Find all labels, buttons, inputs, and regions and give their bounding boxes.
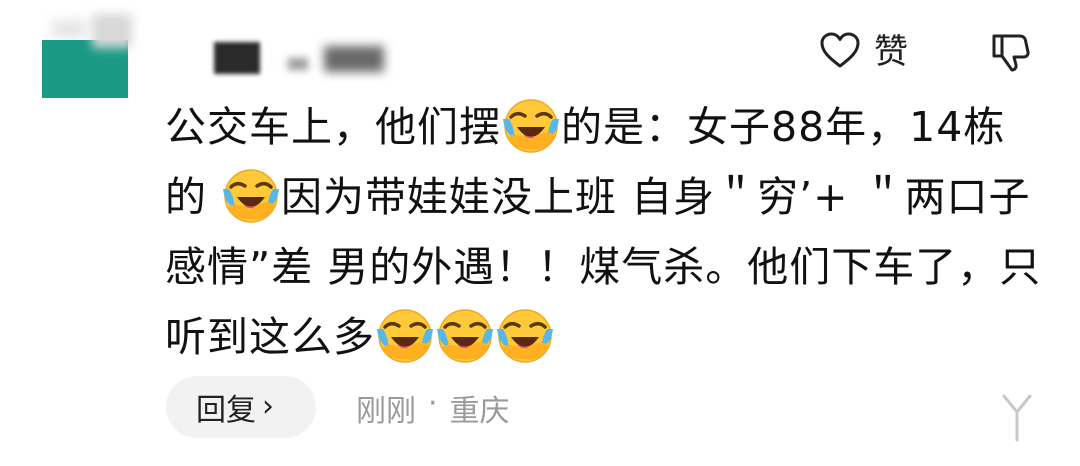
redaction-block [288,58,308,70]
avatar-blur [52,20,86,38]
redaction-block [214,42,260,74]
avatar[interactable] [40,14,132,106]
comment-text-segment: 因为带娃娃没上班 自身＂穷’+ ＂两口子感情”差 男的外遇！！煤气杀。他们下车了… [165,173,1042,361]
comment-text-segment: 公交车上，他们摆 [165,103,501,151]
meta-separator: · [428,386,438,421]
timestamp: 刚刚 [356,394,416,429]
comment-text: 公交车上，他们摆 的是：女子88年，14栋的 因为带娃娃没上班 自身＂穷’+ ＂… [165,92,1045,372]
laughing-crying-emoji [495,305,555,365]
heart-outline-icon [818,30,862,74]
avatar-blur [92,14,132,48]
like-button[interactable]: 赞 [818,30,908,74]
like-label: 赞 [874,32,908,72]
username-redacted[interactable] [214,42,390,76]
chevron-right-icon: › [262,389,274,424]
laughing-crying-emoji [435,305,495,365]
dislike-button[interactable] [988,30,1032,78]
laughing-crying-emoji [221,165,281,225]
thumbs-down-icon [988,34,1032,78]
scroll-indicator-icon [1000,390,1034,442]
reply-label: 回复 [196,393,256,428]
avatar-image [42,40,128,98]
reply-button[interactable]: 回复 › [166,376,316,438]
laughing-crying-emoji [501,95,561,155]
location: 重庆 [449,394,510,429]
redaction-block [324,46,384,72]
laughing-crying-emoji [375,305,435,365]
comment-meta: 刚刚 · 重庆 [356,386,510,430]
